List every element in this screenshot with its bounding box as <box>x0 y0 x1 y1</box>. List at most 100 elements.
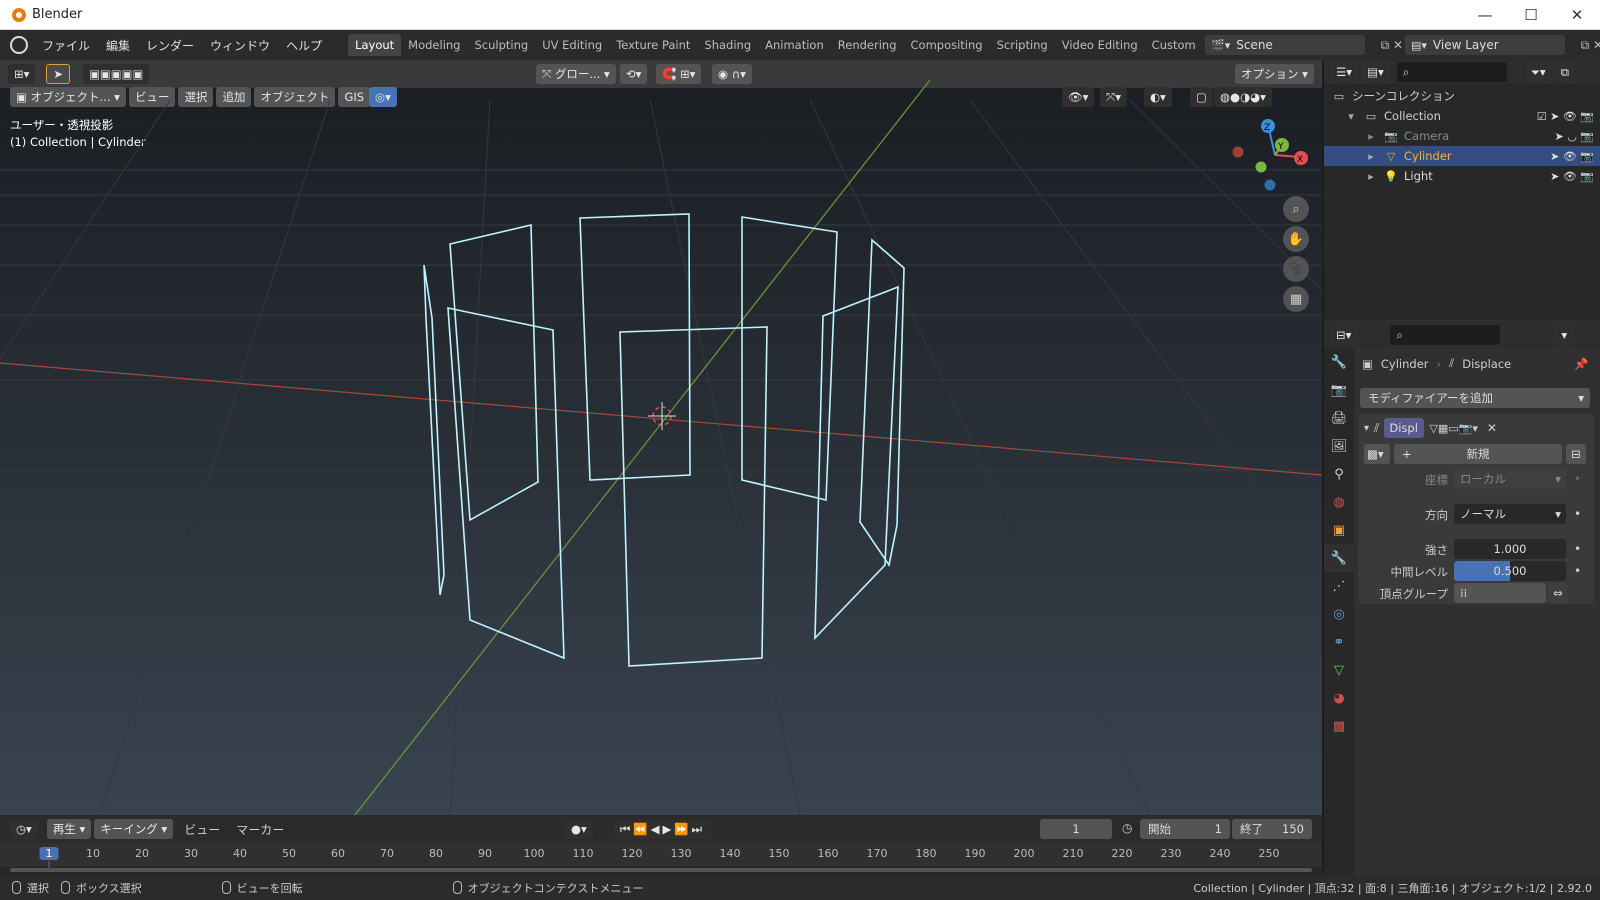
timeline-ruler[interactable]: 1 10 20 30 40 50 60 70 80 90 100 110 120 130 140 150 160… <box>0 843 1322 871</box>
collapse-arrow-icon[interactable]: ▸ <box>1364 149 1378 163</box>
tab-sculpting[interactable]: Sculpting <box>467 34 535 56</box>
filter-icon[interactable]: ⏷▾ <box>1524 62 1552 82</box>
start-frame-input[interactable]: 開始 1 <box>1140 819 1230 839</box>
pan-hand-icon[interactable]: ✋ <box>1283 226 1309 252</box>
timeline-scrollbar[interactable] <box>10 868 1312 872</box>
expand-arrow-icon[interactable]: ▾ <box>1344 109 1358 123</box>
tab-texture-paint[interactable]: Texture Paint <box>609 34 697 56</box>
minimize-button[interactable]: — <box>1462 0 1508 30</box>
outliner-root[interactable]: ▭ シーンコレクション <box>1324 86 1600 106</box>
current-frame-input[interactable]: 1 <box>1040 819 1112 839</box>
keyframe-dot-icon[interactable]: • <box>1574 542 1581 556</box>
outliner-item-camera[interactable]: ▸ 📷 Camera ➤ ◡ 📷 <box>1324 126 1600 146</box>
tab-modeling[interactable]: Modeling <box>401 34 467 56</box>
coords-dropdown[interactable]: ローカル ▾ <box>1454 469 1566 489</box>
end-frame-input[interactable]: 終了 150 <box>1232 819 1312 839</box>
keyframe-dot-icon[interactable]: • <box>1574 507 1581 521</box>
new-texture-button[interactable]: + 新規 <box>1394 444 1562 464</box>
tab-rendering[interactable]: Rendering <box>831 34 904 56</box>
pin-icon[interactable]: 📌 <box>1574 357 1588 371</box>
tab-compositing[interactable]: Compositing <box>904 34 990 56</box>
cylinder-mesh[interactable] <box>423 213 905 667</box>
collapse-arrow-icon[interactable]: ▸ <box>1364 129 1378 143</box>
tab-custom[interactable]: Custom <box>1145 34 1203 56</box>
menu-edit[interactable]: 編集 <box>98 37 138 54</box>
particles-tab-icon[interactable]: ⋰ <box>1324 572 1354 600</box>
remove-modifier-icon[interactable]: ✕ <box>1487 421 1497 435</box>
menu-help[interactable]: ヘルプ <box>278 37 330 54</box>
properties-search-input[interactable]: ⌕ <box>1390 325 1501 345</box>
tab-scripting[interactable]: Scripting <box>990 34 1055 56</box>
properties-options-icon[interactable]: ▾ <box>1555 325 1574 345</box>
outliner-item-light[interactable]: ▸ 💡 Light ➤ 👁 📷 <box>1324 166 1600 186</box>
outliner-collection[interactable]: ▾ ▭ Collection ☑ ➤ 👁 📷 <box>1324 106 1600 126</box>
object-tab-icon[interactable]: ▣ <box>1324 516 1354 544</box>
strength-input[interactable]: 1.000 <box>1454 539 1566 559</box>
playback-controls[interactable]: ⏮⏪◀▶⏩⏭ <box>614 819 712 839</box>
menu-file[interactable]: ファイル <box>34 37 98 54</box>
display-mode-icon[interactable]: ▤▾ <box>1361 62 1390 82</box>
keyframe-dot-icon[interactable]: • <box>1574 564 1581 578</box>
collection-toggles[interactable]: ☑ ➤ 👁 📷 <box>1537 110 1594 123</box>
collapse-arrow-icon[interactable]: ▾ <box>1364 423 1369 434</box>
playback-menu[interactable]: 再生 ▾ <box>46 819 92 839</box>
zoom-icon[interactable]: ⌕ <box>1283 196 1309 222</box>
marker-menu[interactable]: マーカー <box>236 821 284 838</box>
render-tab-icon[interactable]: 📷 <box>1324 376 1354 404</box>
3d-cursor[interactable] <box>648 402 676 430</box>
midlevel-slider[interactable]: 0.500 <box>1454 561 1566 581</box>
data-tab-icon[interactable]: ▽ <box>1324 656 1354 684</box>
timeline-editor-type-icon[interactable]: ◷▾ <box>10 819 38 839</box>
constraints-tab-icon[interactable]: ⚭ <box>1324 628 1354 656</box>
texture-properties-icon[interactable]: ⊟ <box>1566 444 1586 464</box>
add-modifier-dropdown[interactable]: モディファイアーを追加 ▾ <box>1360 388 1590 408</box>
view-layer-new-icon[interactable]: ⧉ ✕ <box>1581 38 1600 53</box>
vertex-group-field[interactable]: ⁞⁞ <box>1454 583 1546 603</box>
timeline-view-menu[interactable]: ビュー <box>184 821 220 838</box>
perspective-grid-icon[interactable]: ▦ <box>1283 286 1309 312</box>
navigation-gizmo[interactable]: X Z Y <box>1232 119 1309 191</box>
outliner-editor-type-icon[interactable]: ☰▾ <box>1330 62 1359 82</box>
world-tab-icon[interactable]: ◍ <box>1324 488 1354 516</box>
physics-tab-icon[interactable]: ◎ <box>1324 600 1354 628</box>
keyframe-dot-icon[interactable]: • <box>1574 472 1581 486</box>
direction-dropdown[interactable]: ノーマル ▾ <box>1454 504 1566 524</box>
material-tab-icon[interactable]: ◕ <box>1324 684 1354 712</box>
tab-video-editing[interactable]: Video Editing <box>1055 34 1145 56</box>
camera-view-icon[interactable]: 🎥 <box>1283 256 1309 282</box>
collapse-arrow-icon[interactable]: ▸ <box>1364 169 1378 183</box>
outliner-search-input[interactable]: ⌕ <box>1396 62 1507 82</box>
blender-menu-icon[interactable] <box>10 36 28 54</box>
tab-uv-editing[interactable]: UV Editing <box>535 34 609 56</box>
tab-shading[interactable]: Shading <box>697 34 758 56</box>
light-toggles[interactable]: ➤ 👁 📷 <box>1550 170 1594 183</box>
new-collection-icon[interactable]: ⧉ <box>1554 62 1575 82</box>
3d-viewport[interactable]: ⊞▾ ➤ ▣▣▣▣▣ ⤧ グロー... ▾ ⟲▾ 🧲 ⊞▾ ◉ ∩▾ オプション… <box>0 60 1322 815</box>
scene-tab-icon[interactable]: ⚲ <box>1324 460 1354 488</box>
invert-vertex-group-icon[interactable]: ⇔ <box>1548 583 1568 603</box>
scene-new-icon[interactable]: ⧉ ✕ <box>1381 38 1403 53</box>
view-layer-tab-icon[interactable]: 🖼 <box>1324 432 1354 460</box>
tool-tab-icon[interactable]: 🔧 <box>1324 348 1354 376</box>
auto-keying-icon[interactable]: ●▾ <box>565 819 593 839</box>
tab-layout[interactable]: Layout <box>348 34 402 56</box>
output-tab-icon[interactable]: 🖨 <box>1324 404 1354 432</box>
texture-tab-icon[interactable]: ▩ <box>1324 712 1354 740</box>
cylinder-toggles[interactable]: ➤ 👁 📷 <box>1550 150 1594 163</box>
scene-selector[interactable]: 🎬▾ Scene ⧉ ✕ <box>1205 35 1403 55</box>
texture-browse-icon[interactable]: ▩▾ <box>1364 444 1390 464</box>
menu-window[interactable]: ウィンドウ <box>202 37 278 54</box>
maximize-button[interactable]: ☐ <box>1508 0 1554 30</box>
modifier-name-input[interactable]: Displ <box>1384 418 1425 438</box>
view-layer-selector[interactable]: ▤▾ View Layer ⧉ ✕ <box>1405 35 1600 55</box>
menu-render[interactable]: レンダー <box>138 37 202 54</box>
preview-range-icon[interactable]: ◷ <box>1122 821 1132 835</box>
properties-editor-type-icon[interactable]: ⊟▾ <box>1330 325 1358 345</box>
keying-menu[interactable]: キーイング ▾ <box>94 819 174 839</box>
camera-toggles[interactable]: ➤ ◡ 📷 <box>1554 130 1594 143</box>
tab-animation[interactable]: Animation <box>758 34 831 56</box>
outliner-item-cylinder[interactable]: ▸ ▽ Cylinder ➤ 👁 📷 <box>1324 146 1600 166</box>
modifier-tab-icon[interactable]: 🔧 <box>1324 544 1354 572</box>
close-button[interactable]: ✕ <box>1554 0 1600 30</box>
modifier-visibility-icons[interactable]: ▽▦▭📷▾ <box>1429 422 1477 435</box>
